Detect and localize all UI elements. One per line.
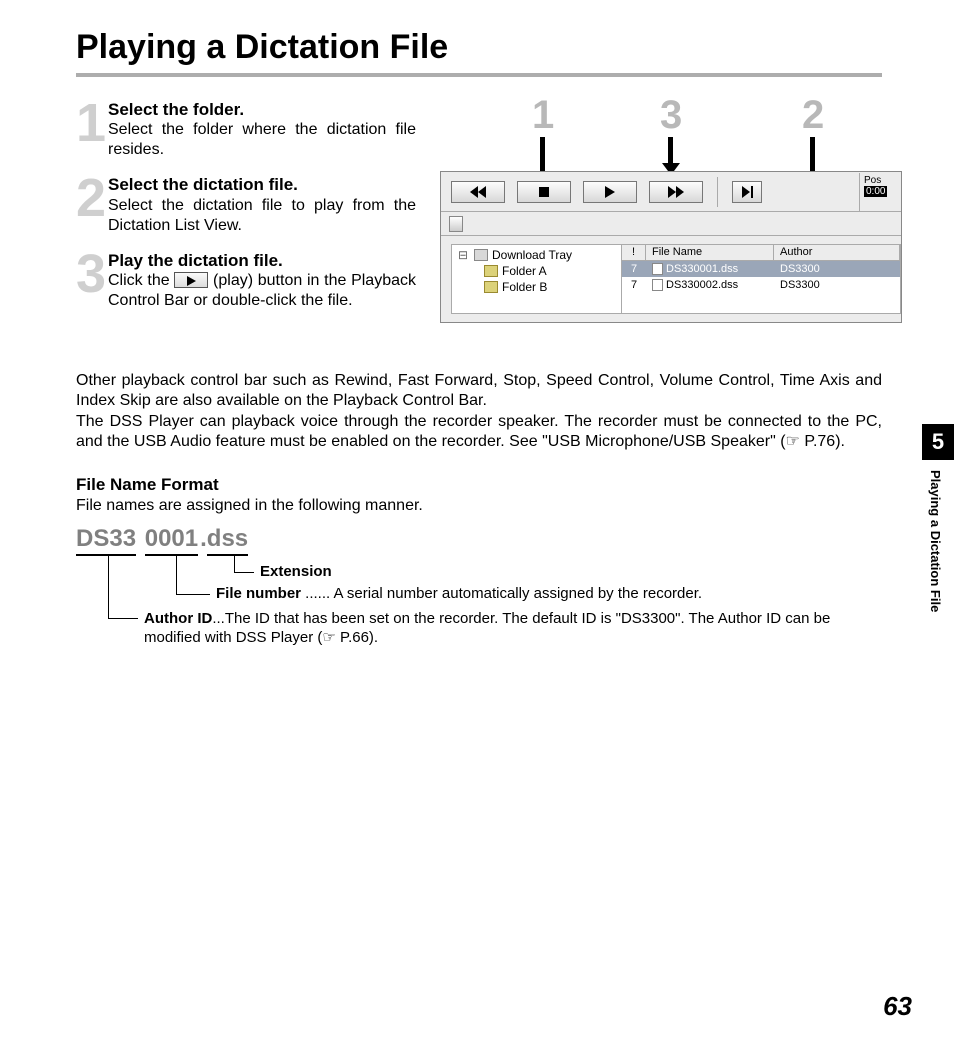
connector-line [108,555,138,619]
title-rule [76,73,882,77]
connector-line [234,555,254,573]
step-3-heading: Play the dictation file. [108,250,416,271]
filename-dot: . [200,525,207,552]
folder-icon [484,265,498,277]
side-tab: 5 Playing a Dictation File [922,424,954,612]
app-window: Pos 0:00 ⊟Download Tray Folder A Folder … [440,171,902,323]
step-3-text: Click the (play) button in the Playback … [108,271,416,311]
screenshot-diagram: 1 3 2 Pos 0:00 ⊟ [440,99,882,359]
dictation-list: ! File Name Author 7 DS330001.dss DS3300… [622,245,900,313]
skip-end-button[interactable] [732,181,762,203]
connector-line [176,555,210,595]
arrow-3 [668,137,673,165]
row-index: 7 [622,279,646,291]
toolbar-separator [717,177,718,207]
tree-root-label: Download Tray [492,248,572,262]
list-row[interactable]: 7 DS330001.dss DS3300 [622,261,900,277]
folder-tree[interactable]: ⊟Download Tray Folder A Folder B [452,245,622,313]
filename-diagram: DS33 0001.dss Extension File number ....… [76,525,882,665]
tree-folder-a[interactable]: Folder A [456,263,617,279]
play-icon [174,272,208,288]
tree-folder-a-label: Folder A [502,264,547,278]
file-icon [652,263,663,275]
step-1-heading: Select the folder. [108,99,416,120]
folder-icon [484,281,498,293]
step-1-text: Select the folder where the dictation fi… [108,120,416,160]
step-3: 3 Play the dictation file. Click the (pl… [76,250,416,311]
filename-ext-part: dss [207,525,248,556]
header-filename[interactable]: File Name [646,245,774,260]
step-1: 1 Select the folder. Select the folder w… [76,99,416,160]
list-row[interactable]: 7 DS330002.dss DS3300 [622,277,900,293]
playback-toolbar: Pos 0:00 [441,172,901,212]
row-filename: DS330002.dss [666,279,738,291]
stop-button[interactable] [517,181,571,203]
fast-forward-button[interactable] [649,181,703,203]
filename-author-part: DS33 [76,525,136,556]
header-author[interactable]: Author [774,245,900,260]
play-button[interactable] [583,181,637,203]
step-2-number: 2 [76,174,106,235]
position-time: 0:00 [864,186,887,197]
callout-3: 3 [660,93,682,138]
file-name-format-intro: File names are assigned in the following… [76,497,954,515]
page-title: Playing a Dictation File [76,28,954,67]
position-label: Pos [864,175,899,186]
row-index: 7 [622,263,646,275]
tree-root[interactable]: ⊟Download Tray [456,247,617,263]
file-name-format-heading: File Name Format [76,475,954,495]
list-header: ! File Name Author [622,245,900,261]
author-id-label: Author ID...The ID that has been set on … [144,609,884,648]
callout-2: 2 [802,93,824,138]
step-3-number: 3 [76,250,106,311]
step-1-number: 1 [76,99,106,160]
page-number: 63 [883,991,912,1022]
rewind-button[interactable] [451,181,505,203]
step-2: 2 Select the dictation file. Select the … [76,174,416,235]
time-slider[interactable] [441,212,901,236]
tree-folder-b-label: Folder B [502,280,547,294]
header-priority[interactable]: ! [622,245,646,260]
row-filename: DS330001.dss [666,263,738,275]
step-2-text: Select the dictation file to play from t… [108,196,416,236]
filename-number-part: 0001 [145,525,198,556]
chapter-number: 5 [922,424,954,460]
step-2-heading: Select the dictation file. [108,174,416,195]
position-indicator: Pos 0:00 [859,173,901,211]
steps-column: 1 Select the folder. Select the folder w… [76,99,416,359]
extension-label: Extension [260,563,332,580]
slider-thumb-icon[interactable] [449,216,463,232]
file-number-label: File number ...... A serial number autom… [216,585,702,602]
paragraph-1: Other playback control bar such as Rewin… [76,371,882,412]
row-author: DS3300 [774,279,900,291]
row-author: DS3300 [774,263,900,275]
tray-icon [474,249,488,261]
callout-1: 1 [532,93,554,138]
step-3-text-before: Click the [108,272,174,289]
file-icon [652,279,663,291]
chapter-title: Playing a Dictation File [928,470,943,612]
filename-space [138,525,145,552]
tree-folder-b[interactable]: Folder B [456,279,617,295]
paragraph-2: The DSS Player can playback voice throug… [76,412,882,453]
